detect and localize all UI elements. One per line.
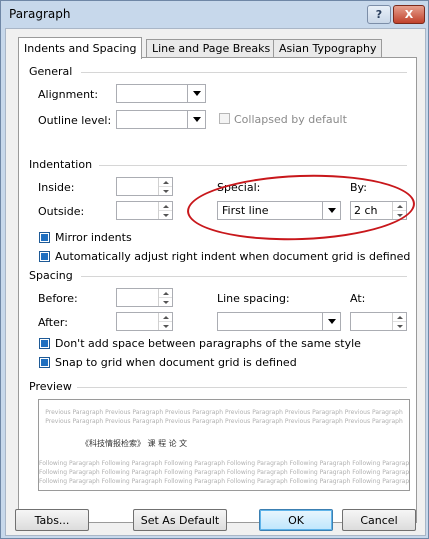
set-as-default-label: Set As Default [140,513,220,527]
tab-label: Line and Page Breaks [152,42,271,55]
general-divider [81,72,407,73]
alignment-label: Alignment: [38,88,99,101]
after-spinner[interactable] [116,312,173,331]
auto-adjust-indent-label: Automatically adjust right indent when d… [55,250,411,263]
inside-spinner[interactable] [116,177,173,196]
paragraph-dialog: Paragraph ? X Indents and Spacing Line a… [0,0,429,539]
cancel-button-label: Cancel [360,513,398,527]
indentation-divider [99,165,407,166]
help-button[interactable]: ? [367,5,391,24]
alignment-dropdown[interactable] [116,84,206,103]
spin-down-icon[interactable] [159,211,172,219]
preview-section-label: Preview [29,380,72,393]
chevron-down-icon[interactable] [187,111,205,128]
inside-label: Inside: [38,181,75,194]
help-icon: ? [375,8,383,21]
dont-add-space-label: Don't add space between paragraphs of th… [55,337,361,350]
dialog-body: Indents and Spacing Line and Page Breaks… [5,28,426,536]
mirror-indents-checkbox[interactable] [39,232,50,243]
collapsed-by-default-label: Collapsed by default [234,113,347,126]
preview-sample-text: 《科技情报检索》 课 程 论 文 [81,439,188,448]
mirror-indents-label: Mirror indents [55,231,132,244]
tabs-button[interactable]: Tabs... [15,509,89,531]
snap-to-grid-checkbox[interactable] [39,357,50,368]
outline-level-label: Outline level: [38,114,112,127]
spin-down-icon[interactable] [159,322,172,330]
preview-previous-paragraph: Previous Paragraph Previous Paragraph Pr… [45,409,403,416]
line-spacing-dropdown[interactable] [217,312,341,331]
tab-label: Indents and Spacing [24,42,137,55]
after-label: After: [38,316,68,329]
spin-down-icon[interactable] [393,322,406,330]
at-label: At: [350,292,366,305]
paragraph-preview: Previous Paragraph Previous Paragraph Pr… [38,399,410,491]
outline-level-dropdown[interactable] [116,110,206,129]
preview-previous-paragraph: Previous Paragraph Previous Paragraph Pr… [45,418,403,425]
tab-line-and-page-breaks[interactable]: Line and Page Breaks [146,39,277,58]
close-button[interactable]: X [393,5,425,24]
before-spinner[interactable] [116,288,173,307]
tab-indents-and-spacing[interactable]: Indents and Spacing [18,37,143,59]
auto-adjust-indent-checkbox[interactable] [39,251,50,262]
outside-label: Outside: [38,205,85,218]
general-section-label: General [29,65,73,78]
spacing-divider [81,276,407,277]
chevron-down-icon[interactable] [322,313,340,330]
close-icon: X [404,8,414,21]
before-label: Before: [38,292,78,305]
ok-button-label: OK [288,513,304,527]
indentation-section-label: Indentation [29,158,93,171]
spacing-section-label: Spacing [29,269,73,282]
tab-asian-typography[interactable]: Asian Typography [273,39,383,58]
collapsed-by-default-checkbox[interactable] [219,113,230,124]
preview-following-paragraph: Following Paragraph Following Paragraph … [39,478,409,485]
cancel-button[interactable]: Cancel [342,509,416,531]
spin-up-icon[interactable] [159,178,172,187]
spin-up-icon[interactable] [159,289,172,298]
spin-up-icon[interactable] [393,313,406,322]
preview-following-paragraph: Following Paragraph Following Paragraph … [39,469,409,476]
line-spacing-label: Line spacing: [217,292,290,305]
chevron-down-icon[interactable] [187,85,205,102]
title-bar[interactable]: Paragraph ? X [1,1,428,28]
outside-spinner[interactable] [116,201,173,220]
dont-add-space-checkbox[interactable] [39,338,50,349]
spin-down-icon[interactable] [159,298,172,306]
spin-down-icon[interactable] [159,187,172,195]
set-as-default-button[interactable]: Set As Default [133,509,227,531]
tabs-button-label: Tabs... [34,513,70,527]
preview-divider [77,387,407,388]
tab-label: Asian Typography [279,42,377,55]
tab-panel: General Alignment: Outline level: Collap… [18,57,417,523]
spin-up-icon[interactable] [159,202,172,211]
dialog-title: Paragraph [9,7,71,21]
at-spinner[interactable] [350,312,407,331]
preview-following-paragraph: Following Paragraph Following Paragraph … [39,460,409,467]
snap-to-grid-label: Snap to grid when document grid is defin… [55,356,297,369]
spin-up-icon[interactable] [159,313,172,322]
ok-button[interactable]: OK [259,509,333,531]
